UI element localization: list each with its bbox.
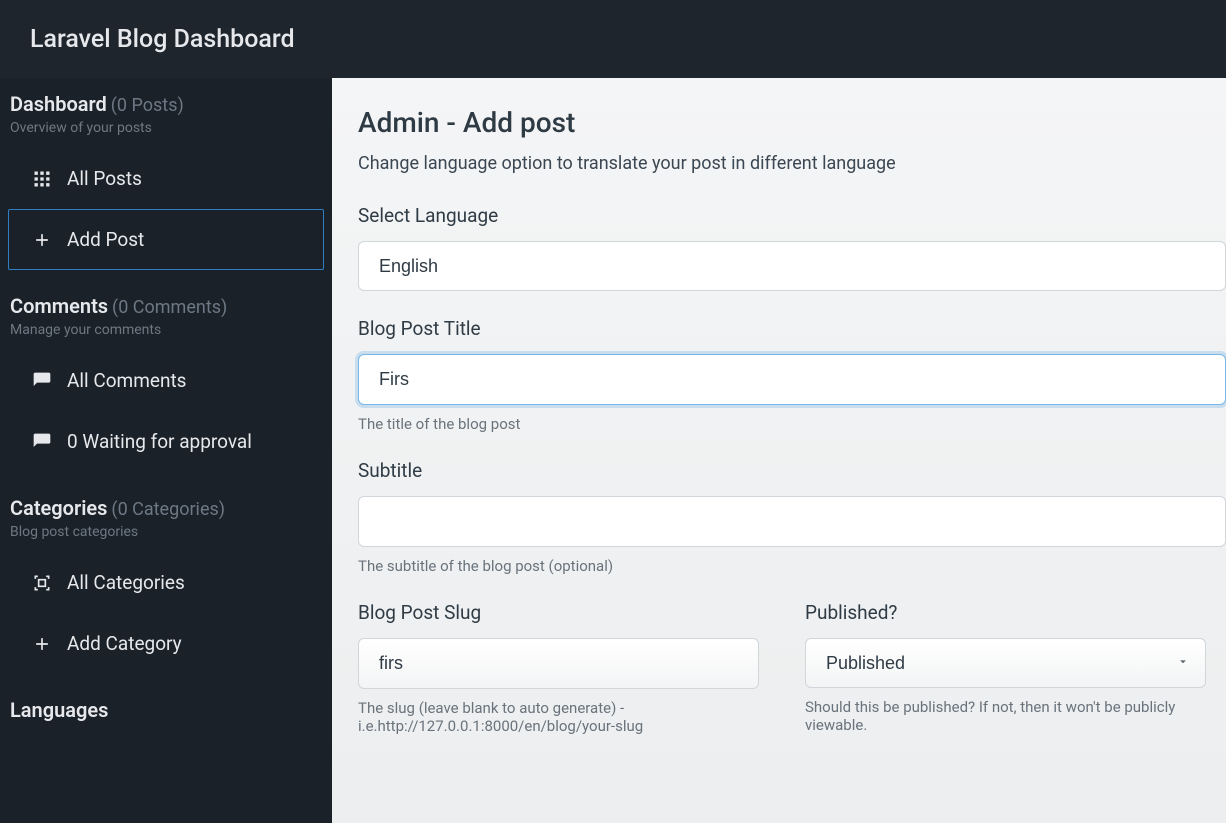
published-label: Published? [805,601,1206,624]
plus-icon [31,634,53,654]
page-subtitle: Change language option to translate your… [358,153,1226,174]
sidebar-item-all-posts[interactable]: All Posts [8,148,324,209]
sidebar-item-all-categories[interactable]: All Categories [8,552,324,613]
sidebar-categories-title: Categories [10,496,107,520]
field-title: Blog Post Title The title of the blog po… [358,317,1226,433]
published-help: Should this be published? If not, then i… [805,698,1206,734]
sidebar-categories-subtitle: Blog post categories [10,524,322,540]
language-label: Select Language [358,204,1226,227]
topbar: Laravel Blog Dashboard [0,0,1226,78]
page-title: Admin - Add post [358,106,1226,139]
sidebar-group-categories: Categories (0 Categories) Blog post cate… [0,482,332,546]
sidebar-categories-count: (0 Categories) [111,499,225,520]
slug-help: The slug (leave blank to auto generate) … [358,699,759,735]
sidebar-group-comments: Comments (0 Comments) Manage your commen… [0,280,332,344]
field-slug: Blog Post Slug The slug (leave blank to … [358,601,759,735]
title-help: The title of the blog post [358,415,1226,433]
main-content: Admin - Add post Change language option … [332,78,1226,823]
app-title: Laravel Blog Dashboard [30,25,295,54]
field-language: Select Language English [358,204,1226,291]
sidebar-group-languages: Languages [0,684,332,728]
slug-input[interactable] [358,638,759,689]
sidebar-item-label: Add Post [67,228,144,251]
sidebar-dashboard-title: Dashboard [10,92,107,116]
sidebar-item-add-category[interactable]: Add Category [8,613,324,674]
title-input[interactable] [358,354,1226,405]
sidebar-languages-title: Languages [10,698,108,722]
sidebar-item-waiting-approval[interactable]: 0 Waiting for approval [8,411,324,472]
sidebar-item-label: All Posts [67,167,142,190]
sidebar-dashboard-subtitle: Overview of your posts [10,120,322,136]
plus-icon [31,230,53,250]
object-group-icon [31,573,53,593]
slug-label: Blog Post Slug [358,601,759,624]
language-select[interactable]: English [358,241,1226,291]
field-subtitle: Subtitle The subtitle of the blog post (… [358,459,1226,575]
sidebar-dashboard-count: (0 Posts) [111,95,184,116]
sidebar-comments-title: Comments [10,294,108,318]
subtitle-label: Subtitle [358,459,1226,482]
subtitle-input[interactable] [358,496,1226,547]
comments-icon [31,371,53,391]
sidebar-item-label: Add Category [67,632,182,655]
sidebar-group-dashboard: Dashboard (0 Posts) Overview of your pos… [0,78,332,142]
sidebar-comments-subtitle: Manage your comments [10,322,322,338]
subtitle-help: The subtitle of the blog post (optional) [358,557,1226,575]
title-label: Blog Post Title [358,317,1226,340]
sidebar-item-label: All Categories [67,571,185,594]
sidebar-item-label: All Comments [67,369,186,392]
sidebar-item-add-post[interactable]: Add Post [8,209,324,270]
sidebar: Dashboard (0 Posts) Overview of your pos… [0,78,332,823]
field-published: Published? Published Should this be publ… [805,601,1206,734]
sidebar-item-all-comments[interactable]: All Comments [8,350,324,411]
published-select[interactable]: Published [805,638,1206,688]
comments-icon [31,432,53,452]
sidebar-item-label: 0 Waiting for approval [67,430,252,453]
sidebar-comments-count: (0 Comments) [112,297,227,318]
grid-icon [31,169,53,189]
